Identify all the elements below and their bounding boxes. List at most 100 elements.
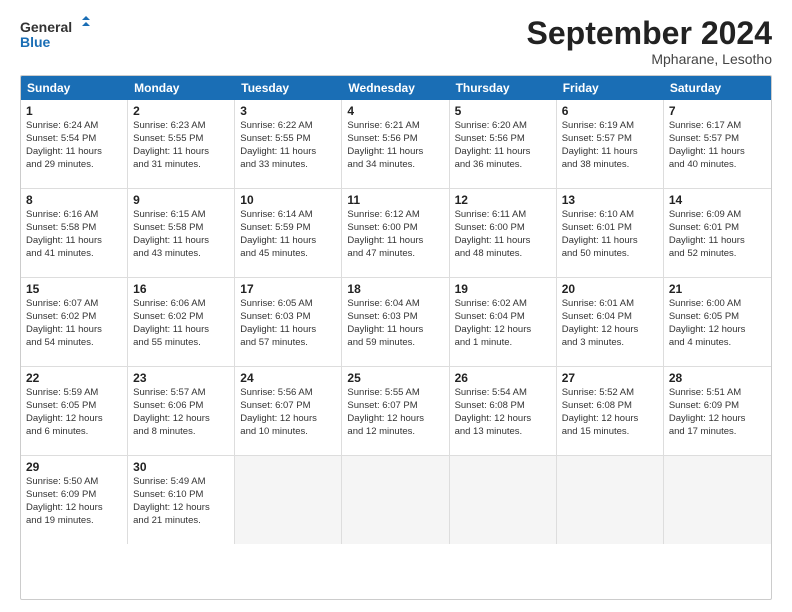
svg-text:General: General	[20, 19, 72, 35]
day-number: 22	[26, 371, 122, 385]
day-number: 25	[347, 371, 443, 385]
page: General Blue September 2024 Mpharane, Le…	[0, 0, 792, 612]
cal-cell-2-6: 14 Sunrise: 6:09 AM Sunset: 6:01 PM Dayli…	[664, 189, 771, 277]
cal-cell-2-0: 8 Sunrise: 6:16 AM Sunset: 5:58 PM Daylig…	[21, 189, 128, 277]
header-sunday: Sunday	[21, 76, 128, 100]
day-number: 29	[26, 460, 122, 474]
day-number: 23	[133, 371, 229, 385]
header-friday: Friday	[557, 76, 664, 100]
day-number: 9	[133, 193, 229, 207]
day-info: Sunrise: 5:51 AM Sunset: 6:09 PM Dayligh…	[669, 387, 766, 438]
day-number: 12	[455, 193, 551, 207]
week-row-2: 8 Sunrise: 6:16 AM Sunset: 5:58 PM Daylig…	[21, 188, 771, 277]
calendar: Sunday Monday Tuesday Wednesday Thursday…	[20, 75, 772, 600]
week-row-4: 22Sunrise: 5:59 AM Sunset: 6:05 PM Dayli…	[21, 366, 771, 455]
week-row-1: 1Sunrise: 6:24 AM Sunset: 5:54 PM Daylig…	[21, 100, 771, 188]
day-info: Sunrise: 5:50 AM Sunset: 6:09 PM Dayligh…	[26, 476, 122, 527]
cal-cell-1-3: 4 Sunrise: 6:21 AM Sunset: 5:56 PM Daylig…	[342, 100, 449, 188]
day-number: 7	[669, 104, 766, 118]
day-number: 3	[240, 104, 336, 118]
day-info: Sunrise: 6:10 AM Sunset: 6:01 PM Dayligh…	[562, 209, 658, 260]
day-number: 4	[347, 104, 443, 118]
day-info: Sunrise: 6:11 AM Sunset: 6:00 PM Dayligh…	[455, 209, 551, 260]
cal-cell-1-2: 3 Sunrise: 6:22 AM Sunset: 5:55 PM Daylig…	[235, 100, 342, 188]
header-saturday: Saturday	[664, 76, 771, 100]
day-info: Sunrise: 6:20 AM Sunset: 5:56 PM Dayligh…	[455, 120, 551, 171]
calendar-body: 1Sunrise: 6:24 AM Sunset: 5:54 PM Daylig…	[21, 100, 771, 544]
day-info: Sunrise: 6:04 AM Sunset: 6:03 PM Dayligh…	[347, 298, 443, 349]
header-thursday: Thursday	[450, 76, 557, 100]
cal-cell-5-1: 30 Sunrise: 5:49 AM Sunset: 6:10 PM Dayli…	[128, 456, 235, 544]
day-info: Sunrise: 5:56 AM Sunset: 6:07 PM Dayligh…	[240, 387, 336, 438]
day-number: 11	[347, 193, 443, 207]
day-number: 13	[562, 193, 658, 207]
day-number: 20	[562, 282, 658, 296]
day-number: 19	[455, 282, 551, 296]
cal-cell-2-2: 10Sunrise: 6:14 AM Sunset: 5:59 PM Dayli…	[235, 189, 342, 277]
cal-cell-2-3: 11Sunrise: 6:12 AM Sunset: 6:00 PM Dayli…	[342, 189, 449, 277]
cal-cell-4-1: 23 Sunrise: 5:57 AM Sunset: 6:06 PM Dayli…	[128, 367, 235, 455]
calendar-header: Sunday Monday Tuesday Wednesday Thursday…	[21, 76, 771, 100]
day-number: 6	[562, 104, 658, 118]
cal-cell-1-5: 6Sunrise: 6:19 AM Sunset: 5:57 PM Daylig…	[557, 100, 664, 188]
day-number: 17	[240, 282, 336, 296]
cal-cell-3-1: 16Sunrise: 6:06 AM Sunset: 6:02 PM Dayli…	[128, 278, 235, 366]
cal-cell-2-4: 12 Sunrise: 6:11 AM Sunset: 6:00 PM Dayli…	[450, 189, 557, 277]
day-info: Sunrise: 6:17 AM Sunset: 5:57 PM Dayligh…	[669, 120, 766, 171]
day-info: Sunrise: 5:54 AM Sunset: 6:08 PM Dayligh…	[455, 387, 551, 438]
day-info: Sunrise: 6:14 AM Sunset: 5:59 PM Dayligh…	[240, 209, 336, 260]
month-title: September 2024	[527, 16, 772, 51]
cal-cell-3-6: 21 Sunrise: 6:00 AM Sunset: 6:05 PM Dayli…	[664, 278, 771, 366]
cal-cell-4-0: 22Sunrise: 5:59 AM Sunset: 6:05 PM Dayli…	[21, 367, 128, 455]
cal-cell-5-4	[450, 456, 557, 544]
day-info: Sunrise: 6:05 AM Sunset: 6:03 PM Dayligh…	[240, 298, 336, 349]
day-number: 24	[240, 371, 336, 385]
cal-cell-1-6: 7 Sunrise: 6:17 AM Sunset: 5:57 PM Daylig…	[664, 100, 771, 188]
cal-cell-5-5	[557, 456, 664, 544]
day-info: Sunrise: 5:55 AM Sunset: 6:07 PM Dayligh…	[347, 387, 443, 438]
day-info: Sunrise: 6:23 AM Sunset: 5:55 PM Dayligh…	[133, 120, 229, 171]
day-info: Sunrise: 5:52 AM Sunset: 6:08 PM Dayligh…	[562, 387, 658, 438]
cal-cell-2-1: 9 Sunrise: 6:15 AM Sunset: 5:58 PM Daylig…	[128, 189, 235, 277]
header-wednesday: Wednesday	[342, 76, 449, 100]
cal-cell-3-4: 19Sunrise: 6:02 AM Sunset: 6:04 PM Dayli…	[450, 278, 557, 366]
cal-cell-1-1: 2Sunrise: 6:23 AM Sunset: 5:55 PM Daylig…	[128, 100, 235, 188]
cal-cell-4-6: 28 Sunrise: 5:51 AM Sunset: 6:09 PM Dayli…	[664, 367, 771, 455]
day-number: 8	[26, 193, 122, 207]
logo: General Blue	[20, 16, 90, 52]
cal-cell-1-4: 5Sunrise: 6:20 AM Sunset: 5:56 PM Daylig…	[450, 100, 557, 188]
day-number: 15	[26, 282, 122, 296]
week-row-3: 15Sunrise: 6:07 AM Sunset: 6:02 PM Dayli…	[21, 277, 771, 366]
cal-cell-5-0: 29 Sunrise: 5:50 AM Sunset: 6:09 PM Dayli…	[21, 456, 128, 544]
cal-cell-4-2: 24 Sunrise: 5:56 AM Sunset: 6:07 PM Dayli…	[235, 367, 342, 455]
cal-cell-4-5: 27Sunrise: 5:52 AM Sunset: 6:08 PM Dayli…	[557, 367, 664, 455]
day-info: Sunrise: 5:57 AM Sunset: 6:06 PM Dayligh…	[133, 387, 229, 438]
day-info: Sunrise: 6:22 AM Sunset: 5:55 PM Dayligh…	[240, 120, 336, 171]
cal-cell-4-3: 25 Sunrise: 5:55 AM Sunset: 6:07 PM Dayli…	[342, 367, 449, 455]
day-info: Sunrise: 5:49 AM Sunset: 6:10 PM Dayligh…	[133, 476, 229, 527]
cal-cell-5-6	[664, 456, 771, 544]
day-number: 30	[133, 460, 229, 474]
day-number: 21	[669, 282, 766, 296]
cal-cell-3-2: 17 Sunrise: 6:05 AM Sunset: 6:03 PM Dayli…	[235, 278, 342, 366]
day-info: Sunrise: 6:00 AM Sunset: 6:05 PM Dayligh…	[669, 298, 766, 349]
header-tuesday: Tuesday	[235, 76, 342, 100]
day-info: Sunrise: 6:01 AM Sunset: 6:04 PM Dayligh…	[562, 298, 658, 349]
cal-cell-1-0: 1Sunrise: 6:24 AM Sunset: 5:54 PM Daylig…	[21, 100, 128, 188]
location: Mpharane, Lesotho	[527, 51, 772, 67]
cal-cell-5-2	[235, 456, 342, 544]
logo-svg: General Blue	[20, 16, 90, 52]
cal-cell-3-0: 15Sunrise: 6:07 AM Sunset: 6:02 PM Dayli…	[21, 278, 128, 366]
day-number: 1	[26, 104, 122, 118]
day-info: Sunrise: 6:15 AM Sunset: 5:58 PM Dayligh…	[133, 209, 229, 260]
day-number: 14	[669, 193, 766, 207]
day-number: 26	[455, 371, 551, 385]
day-info: Sunrise: 6:16 AM Sunset: 5:58 PM Dayligh…	[26, 209, 122, 260]
day-number: 28	[669, 371, 766, 385]
cal-cell-3-5: 20 Sunrise: 6:01 AM Sunset: 6:04 PM Dayli…	[557, 278, 664, 366]
cal-cell-2-5: 13 Sunrise: 6:10 AM Sunset: 6:01 PM Dayli…	[557, 189, 664, 277]
cal-cell-3-3: 18Sunrise: 6:04 AM Sunset: 6:03 PM Dayli…	[342, 278, 449, 366]
day-info: Sunrise: 6:09 AM Sunset: 6:01 PM Dayligh…	[669, 209, 766, 260]
day-info: Sunrise: 6:21 AM Sunset: 5:56 PM Dayligh…	[347, 120, 443, 171]
week-row-5: 29 Sunrise: 5:50 AM Sunset: 6:09 PM Dayli…	[21, 455, 771, 544]
